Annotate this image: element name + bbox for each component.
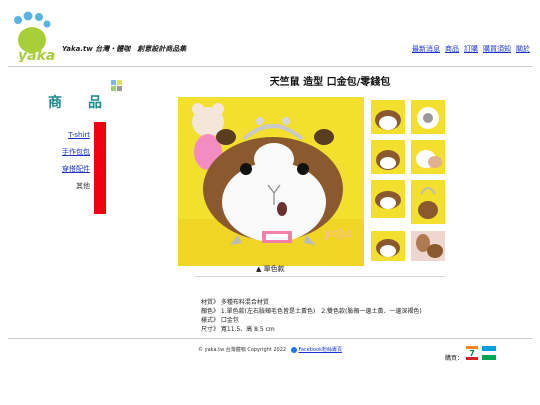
thumbnail-6[interactable] [411, 180, 445, 224]
top-nav: 最新消息 商品 訂購 購買須知 關於 [412, 44, 530, 54]
thumbnail-8[interactable] [411, 231, 445, 261]
buy-label: 購買： [445, 355, 464, 362]
spec-style: 樣式》 口金包 [201, 317, 239, 324]
seven-eleven-icon[interactable]: 7 [466, 345, 478, 360]
image-watermark: yaka [323, 226, 352, 240]
section-title-char-1: 商 [48, 95, 62, 111]
facebook-link[interactable]: Facebook粉絲專頁 [298, 347, 342, 353]
spec-color: 顏色》 1.單色款(左右臉頰毛色皆是土黃色) 2.雙色款(臉頰一邊土黃、一邊深褐… [201, 308, 422, 315]
copyright-text: © yaka.tw 台灣體咖 Copyright 2022 [198, 347, 287, 353]
nav-purchase-info[interactable]: 購買須知 [483, 44, 511, 54]
product-main-image: yaka [178, 97, 364, 266]
grid-icon [111, 77, 123, 91]
yaka-logo[interactable]: yaka [10, 10, 58, 64]
caption-divider [195, 276, 445, 277]
brand-tagline: Yaka.tw 台灣・體咖 創意設計商品集 [62, 45, 187, 53]
category-other[interactable]: 其他 [76, 182, 90, 190]
thumbnail-4[interactable] [411, 140, 445, 174]
thumbnail-5[interactable] [371, 180, 405, 218]
footer: © yaka.tw 台灣體咖 Copyright 2022 Facebook粉絲… [0, 346, 540, 353]
facebook-icon [290, 346, 297, 353]
svg-text:7: 7 [469, 349, 475, 358]
section-title-char-2: 品 [88, 95, 102, 111]
category-list: T-shirt 手作包包 穿搭配件 其他 [54, 131, 90, 199]
category-tshirt[interactable]: T-shirt [68, 131, 90, 139]
thumbnail-7[interactable] [371, 231, 405, 261]
nav-about[interactable]: 關於 [516, 44, 530, 54]
header-divider [8, 66, 532, 67]
spec-material: 材質》 多種布料混合材質 [201, 299, 269, 306]
thumbnail-3[interactable] [371, 140, 405, 174]
product-specs: 材質》 多種布料混合材質 顏色》 1.單色款(左右臉頰毛色皆是土黃色) 2.雙色… [201, 298, 422, 334]
category-handmade-bags[interactable]: 手作包包 [62, 148, 90, 156]
product-title: 天竺鼠 造型 口金包/零錢包 [269, 77, 391, 88]
nav-order[interactable]: 訂購 [464, 44, 478, 54]
nav-products[interactable]: 商品 [445, 44, 459, 54]
nav-news[interactable]: 最新消息 [412, 44, 440, 54]
spec-size: 尺寸》 寬11.5、高 8.5 cm [201, 326, 275, 333]
sidebar-red-bar [94, 122, 106, 214]
category-accessories[interactable]: 穿搭配件 [62, 165, 90, 173]
logo-text: yaka [18, 48, 55, 62]
section-title: 商品 [48, 92, 102, 112]
thumbnail-2[interactable] [411, 100, 445, 134]
footer-divider [8, 338, 532, 339]
family-mart-icon[interactable] [482, 345, 496, 360]
thumbnail-1[interactable] [371, 100, 405, 134]
image-caption: ▲ 單色款 [256, 265, 285, 273]
